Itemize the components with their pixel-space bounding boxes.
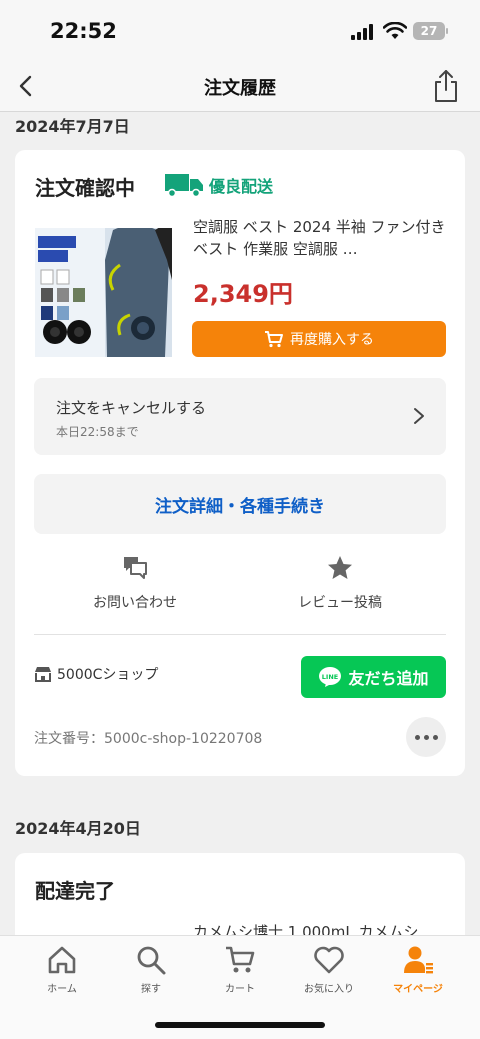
share-icon[interactable] <box>430 68 462 104</box>
status-time: 22:52 <box>50 19 117 43</box>
order-history-list[interactable]: 2024年7月7日 注文確認中 優良配送 空調服 ベスト 2024 半袖 ファン… <box>0 113 480 935</box>
shop-link[interactable]: 5000Cショップ <box>34 664 158 684</box>
wifi-icon <box>383 22 407 39</box>
tab-favorites-label: お気に入り <box>304 984 354 995</box>
tab-home[interactable]: ホーム <box>17 944 107 995</box>
order-date: 2024年4月20日 <box>15 819 141 838</box>
rebuy-button[interactable]: 再度購入する <box>192 321 446 357</box>
product-image[interactable] <box>35 220 172 357</box>
tab-search-label: 探す <box>141 984 161 995</box>
order-status: 注文確認中 <box>35 176 135 200</box>
tab-mypage[interactable]: マイページ <box>373 944 463 995</box>
shipping-badge: 優良配送 <box>165 172 273 198</box>
store-icon <box>35 667 51 682</box>
contact-button[interactable]: お問い合わせ <box>35 554 235 612</box>
tab-mypage-label: マイページ <box>393 984 443 995</box>
home-indicator <box>155 1022 325 1028</box>
chat-icon <box>124 557 147 579</box>
battery-tip <box>446 28 448 34</box>
line-button-label: 友だち追加 <box>348 669 429 688</box>
shipping-badge-label: 優良配送 <box>209 177 274 196</box>
order-date: 2024年7月7日 <box>15 117 130 136</box>
order-details-button[interactable]: 注文詳細・各種手続き <box>34 474 446 534</box>
order-card: 配達完了 カメムシ博士 1,000mL カメムシ <box>15 853 465 935</box>
cancel-title: 注文をキャンセルする <box>56 399 207 417</box>
page-title: 注文履歴 <box>204 78 276 99</box>
divider <box>34 634 446 635</box>
tab-cart-label: カート <box>225 984 255 995</box>
tab-cart[interactable]: カート <box>195 944 285 995</box>
home-icon <box>48 946 76 974</box>
tab-search[interactable]: 探す <box>106 944 196 995</box>
cart-icon <box>226 946 255 973</box>
rebuy-label: 再度購入する <box>290 332 374 348</box>
heart-icon <box>314 946 344 974</box>
more-dot-icon <box>414 734 420 740</box>
status-bar: 22:52 27 <box>0 0 480 62</box>
order-status: 配達完了 <box>35 879 115 903</box>
battery-icon: 27 <box>413 22 445 40</box>
order-details-label: 注文詳細・各種手続き <box>155 496 325 517</box>
tab-bar: ホーム 探す カート お気に入り マイページ <box>0 935 480 1039</box>
order-number: 注文番号：5000c-shop-10220708 <box>34 731 263 747</box>
contact-label: お問い合わせ <box>93 595 177 611</box>
more-dot-icon <box>423 734 429 740</box>
product-image-graphic <box>35 220 172 357</box>
cart-icon <box>265 331 283 348</box>
cancel-deadline: 本日22:58まで <box>56 425 139 439</box>
order-card: 注文確認中 優良配送 空調服 ベスト 2024 半袖 ファン付きベスト 作業服 … <box>15 150 465 776</box>
star-icon <box>328 556 352 579</box>
review-button[interactable]: レビュー投稿 <box>240 554 440 612</box>
truck-icon <box>165 174 203 198</box>
person-icon <box>404 946 433 974</box>
nav-bar: 注文履歴 <box>0 62 480 112</box>
chevron-right-icon <box>414 408 424 424</box>
search-icon <box>137 946 166 975</box>
review-label: レビュー投稿 <box>298 595 382 611</box>
product-name[interactable]: 空調服 ベスト 2024 半袖 ファン付きベスト 作業服 空調服 … <box>193 216 448 260</box>
line-add-friend-button[interactable]: LINE 友だち追加 <box>301 656 446 698</box>
more-dot-icon <box>432 734 438 740</box>
line-logo-icon: LINE <box>319 667 342 687</box>
cancel-order-row[interactable]: 注文をキャンセルする 本日22:58まで <box>34 378 446 455</box>
tab-favorites[interactable]: お気に入り <box>284 944 374 995</box>
product-name[interactable]: カメムシ博士 1,000mL カメムシ <box>193 921 453 935</box>
cellular-signal-icon <box>351 24 375 40</box>
more-options-button[interactable] <box>406 717 446 757</box>
tab-home-label: ホーム <box>47 984 77 995</box>
product-price: 2,349円 <box>193 280 293 308</box>
shop-name: 5000Cショップ <box>57 667 159 683</box>
line-badge-text: LINE <box>322 673 338 681</box>
